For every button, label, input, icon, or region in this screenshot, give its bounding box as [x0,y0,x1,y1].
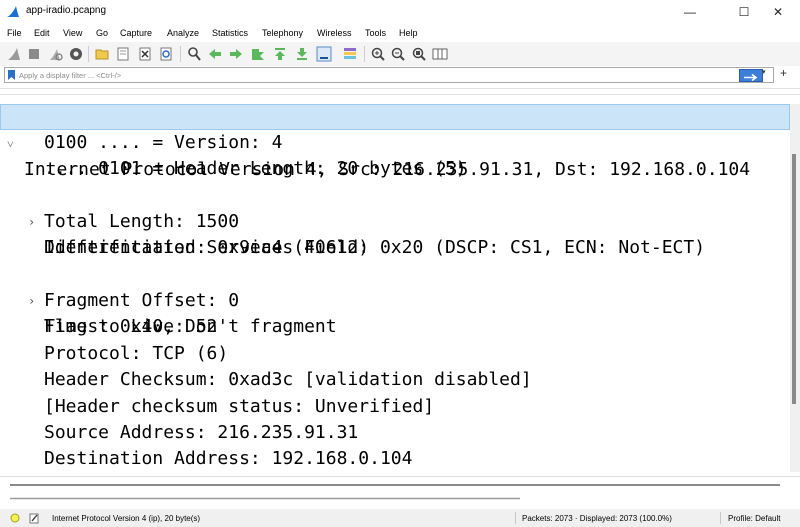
bytes-horizontal-scrollbar[interactable] [10,497,520,500]
detail-row-text: Source Address: 216.235.91.31 [44,422,359,443]
detail-row-ip-header[interactable]: ˅ Internet Protocol Version 4, Src: 216.… [0,104,790,180]
shark-fin-start-icon[interactable] [6,46,22,62]
pane-divider [0,476,800,477]
detail-row-text: Header Checksum: 0xad3c [validation disa… [44,369,532,390]
apply-filter-button[interactable] [739,69,763,82]
status-packet-count: Packets: 2073 · Displayed: 2073 (100.0%) [522,514,672,523]
status-separator [720,512,721,524]
menu-bar: File Edit View Go Capture Analyze Statis… [0,26,800,42]
menu-view[interactable]: View [63,28,82,38]
detail-row-text: Destination Address: 192.168.0.104 [44,448,413,469]
detail-row[interactable]: .... 0101 = Header Length: 20 bytes (5) [0,156,790,182]
detail-row[interactable]: Header Checksum: 0xad3c [validation disa… [0,367,790,393]
detail-row[interactable]: Fragment Offset: 0 [0,288,790,314]
status-profile[interactable]: Profile: Default [728,514,780,523]
status-bar: Internet Protocol Version 4 (ip), 20 byt… [0,509,800,527]
detail-row[interactable]: 0100 .... = Version: 4 [0,130,790,156]
detail-row-text: 0100 .... = Version: 4 [44,132,283,153]
detail-row[interactable]: [Header checksum status: Unverified] [0,394,790,420]
last-packet-icon[interactable] [294,46,310,62]
pane-divider [0,88,800,89]
toolbar-separator [364,46,365,62]
detail-row[interactable]: Protocol: TCP (6) [0,341,790,367]
reload-icon[interactable] [158,46,174,62]
details-horizontal-scrollbar[interactable] [10,483,780,487]
arrow-right-icon [744,73,758,82]
detail-row[interactable]: Source Address: 216.235.91.31 [0,420,790,446]
status-separator [515,512,516,524]
title-bar: app-iradio.pcapng — ☐ ✕ [0,0,800,24]
filter-history-dropdown-icon[interactable]: ▾ [762,68,766,76]
stop-icon[interactable] [26,46,42,62]
detail-row-text: Fragment Offset: 0 [44,290,240,311]
status-selected-field: Internet Protocol Version 4 (ip), 20 byt… [52,514,201,523]
detail-row-text: Total Length: 1500 [44,211,240,232]
detail-row-text: Identification: 0x9ea4 (40612) [44,237,370,258]
go-back-icon[interactable] [207,46,223,62]
first-packet-icon[interactable] [272,46,288,62]
details-vertical-scrollbar[interactable] [790,104,800,472]
pane-divider [0,94,800,95]
restart-icon[interactable] [47,46,63,62]
close-button[interactable]: ✕ [756,0,800,24]
detail-row-text: Time to Live: 52 [44,316,218,337]
menu-statistics[interactable]: Statistics [212,28,248,38]
zoom-normal-icon[interactable] [411,46,427,62]
menu-edit[interactable]: Edit [34,28,50,38]
main-toolbar [0,42,800,66]
detail-row-text: .... 0101 = Header Length: 20 bytes (5) [44,158,467,179]
display-filter-bar: ▾ + [4,66,794,84]
menu-telephony[interactable]: Telephony [262,28,303,38]
menu-analyze[interactable]: Analyze [167,28,199,38]
menu-capture[interactable]: Capture [120,28,152,38]
packet-details-pane: ˅ Internet Protocol Version 4, Src: 216.… [0,104,790,472]
close-file-icon[interactable] [137,46,153,62]
zoom-in-icon[interactable] [370,46,386,62]
scrollbar-thumb[interactable] [792,154,796,404]
detail-row-text: [Header checksum status: Unverified] [44,396,435,417]
go-forward-icon[interactable] [228,46,244,62]
detail-row-text: Protocol: TCP (6) [44,343,229,364]
autoscroll-icon[interactable] [316,46,332,62]
detail-row-flags[interactable]: › Flags: 0x40, Don't fragment [0,262,790,337]
menu-tools[interactable]: Tools [365,28,386,38]
menu-help[interactable]: Help [399,28,418,38]
detail-row[interactable]: Destination Address: 192.168.0.104 [0,446,790,472]
display-filter-input[interactable] [19,68,739,82]
add-filter-button[interactable]: + [780,66,787,80]
detail-row-dsfield[interactable]: › Differentiated Services Field: 0x20 (D… [0,183,790,258]
save-file-icon[interactable] [115,46,131,62]
detail-row[interactable]: Identification: 0x9ea4 (40612) [0,235,790,261]
find-packet-icon[interactable] [186,46,202,62]
expert-info-indicator-icon[interactable] [10,513,20,523]
bookmark-icon[interactable] [8,70,15,80]
resize-columns-icon[interactable] [432,46,448,62]
wireshark-fin-icon [7,6,19,17]
edit-comment-icon[interactable] [28,512,40,524]
open-file-icon[interactable] [94,46,110,62]
toolbar-separator [180,46,181,62]
detail-row[interactable]: Total Length: 1500 [0,209,790,235]
window-title: app-iradio.pcapng [26,5,107,16]
menu-wireless[interactable]: Wireless [317,28,352,38]
display-filter-box: ▾ [4,67,774,83]
minimize-button[interactable]: — [668,0,712,24]
toolbar-separator [88,46,89,62]
options-gear-icon[interactable] [68,46,84,62]
detail-row[interactable]: Time to Live: 52 [0,314,790,340]
colorize-icon[interactable] [342,46,358,62]
zoom-out-icon[interactable] [390,46,406,62]
menu-go[interactable]: Go [96,28,108,38]
go-to-packet-icon[interactable] [250,46,266,62]
menu-file[interactable]: File [7,28,22,38]
